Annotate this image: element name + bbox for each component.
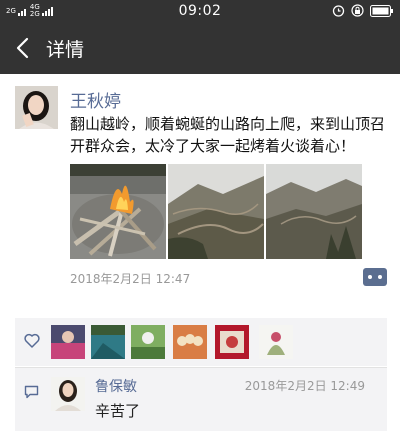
back-chevron-icon[interactable] bbox=[12, 36, 34, 60]
comments-panel: 鲁保敏 2018年2月2日 12:49 辛苦了 bbox=[15, 367, 387, 431]
campfire-photo[interactable] bbox=[70, 164, 166, 259]
heart-icon bbox=[24, 333, 40, 348]
post-timestamp: 2018年2月2日 12:47 bbox=[70, 272, 191, 286]
like-avatar-3[interactable] bbox=[131, 325, 165, 359]
like-avatar-6[interactable] bbox=[259, 325, 293, 359]
like-avatar-4[interactable] bbox=[173, 325, 207, 359]
status-icons bbox=[332, 4, 394, 17]
like-avatar-2[interactable] bbox=[91, 325, 125, 359]
battery-icon bbox=[370, 4, 393, 17]
dot-icon bbox=[378, 275, 382, 279]
lock-rotation-icon bbox=[351, 4, 364, 17]
comment-text: 辛苦了 bbox=[95, 402, 141, 420]
author-name[interactable]: 王秋婷 bbox=[70, 87, 121, 112]
more-options-button[interactable] bbox=[363, 268, 387, 286]
dot-icon bbox=[368, 275, 372, 279]
commenter-avatar[interactable] bbox=[51, 377, 85, 411]
mountain-road-photo[interactable] bbox=[168, 164, 264, 259]
like-avatar-1[interactable] bbox=[51, 325, 85, 359]
post-content: 翻山越岭，顺着蜿蜒的山路向上爬，来到山顶召开群众会，太冷了大家一起烤着火谈着心！ bbox=[70, 115, 386, 155]
comment-icon bbox=[24, 385, 39, 399]
commenter-name[interactable]: 鲁保敏 bbox=[95, 376, 137, 396]
status-bar: 2G 4G 2G 09:02 bbox=[0, 0, 400, 22]
alarm-clock-icon bbox=[332, 5, 345, 17]
comment-time: 2018年2月2日 12:49 bbox=[244, 379, 365, 393]
likes-panel bbox=[15, 318, 387, 366]
title-bar: 详情 bbox=[0, 22, 400, 74]
page-title: 详情 bbox=[46, 39, 85, 61]
like-avatar-5[interactable] bbox=[215, 325, 249, 359]
mountain-valley-photo[interactable] bbox=[266, 164, 362, 259]
author-avatar[interactable] bbox=[15, 86, 58, 129]
